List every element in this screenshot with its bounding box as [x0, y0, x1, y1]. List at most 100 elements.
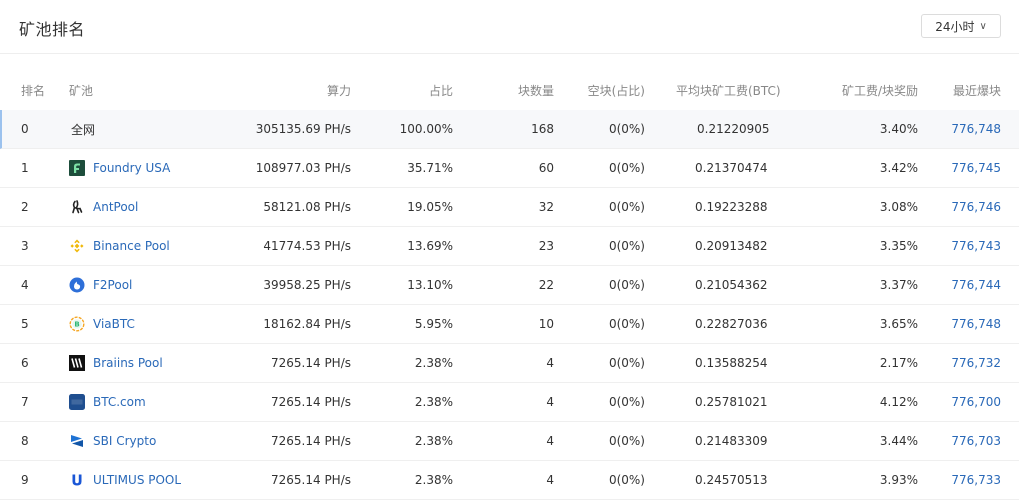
share-cell: 5.95%	[414, 317, 453, 331]
blocks-cell: 4	[546, 395, 554, 409]
column-header-latest-block[interactable]: 最近爆块	[953, 71, 1001, 110]
pool-table: 排名 矿池 算力 占比 块数量 空块(占比) 平均块矿工费(BTC) 矿工费/块…	[0, 71, 1019, 500]
hashrate-cell: 7265.14 PH/s	[271, 473, 351, 487]
share-cell: 35.71%	[407, 161, 453, 175]
blocks-cell: 23	[538, 239, 554, 253]
pool-name-link[interactable]: SBI Crypto	[93, 434, 156, 448]
pool-name-link[interactable]: F2Pool	[93, 278, 132, 292]
latest-block-link[interactable]: 776,703	[951, 422, 1001, 460]
foundry-icon	[69, 160, 85, 176]
avg-fee-cell: 0.21220905	[697, 122, 770, 136]
latest-block-link[interactable]: 776,748	[951, 110, 1001, 148]
table-header-row: 排名 矿池 算力 占比 块数量 空块(占比) 平均块矿工费(BTC) 矿工费/块…	[0, 71, 1019, 110]
rank-cell: 0	[21, 122, 29, 136]
latest-block-link[interactable]: 776,733	[951, 461, 1001, 499]
latest-block-link[interactable]: 776,746	[951, 188, 1001, 226]
antpool-icon	[69, 199, 85, 215]
fee-ratio-cell: 2.17%	[879, 356, 918, 370]
table-row: 9 ULTIMUS POOL 7265.14 PH/s 2.38% 4 0(0%…	[0, 461, 1019, 500]
table-row: 1 Foundry USA 108977.03 PH/s 35.71% 60 0…	[0, 149, 1019, 188]
rank-cell: 4	[21, 278, 29, 292]
avg-fee-cell: 0.13588254	[695, 356, 768, 370]
rank-cell: 3	[21, 239, 29, 253]
avg-fee-cell: 0.25781021	[695, 395, 768, 409]
pool-name-link[interactable]: ViaBTC	[93, 317, 135, 331]
page-title: 矿池排名	[19, 20, 86, 39]
hashrate-cell: 305135.69 PH/s	[255, 122, 351, 136]
f2pool-icon	[69, 277, 85, 293]
column-header-empty-blocks[interactable]: 空块(占比)	[588, 71, 645, 110]
column-header-rank[interactable]: 排名	[21, 71, 45, 110]
avg-fee-cell: 0.19223288	[695, 200, 768, 214]
blocks-cell: 168	[531, 122, 554, 136]
hashrate-cell: 41774.53 PH/s	[263, 239, 351, 253]
column-header-blocks[interactable]: 块数量	[518, 71, 554, 110]
mining-pool-ranking-panel: 矿池排名 24小时 ∨ 排名 矿池 算力 占比 块数量 空块(占比) 平均块矿工…	[0, 0, 1019, 500]
blocks-cell: 22	[538, 278, 554, 292]
pool-cell: B ViaBTC	[69, 305, 135, 343]
avg-fee-cell: 0.21483309	[695, 434, 768, 448]
avg-fee-cell: 0.22827036	[695, 317, 768, 331]
latest-block-link[interactable]: 776,745	[951, 149, 1001, 187]
latest-block-link[interactable]: 776,743	[951, 227, 1001, 265]
share-cell: 13.69%	[407, 239, 453, 253]
pool-cell: Foundry USA	[69, 149, 170, 187]
pool-cell: 全网	[71, 122, 96, 137]
latest-block-link[interactable]: 776,748	[951, 305, 1001, 343]
blocks-cell: 4	[546, 434, 554, 448]
pool-cell: Binance Pool	[69, 227, 170, 265]
blocks-cell: 4	[546, 473, 554, 487]
table-row: 2 AntPool 58121.08 PH/s 19.05% 32 0(0%) …	[0, 188, 1019, 227]
fee-ratio-cell: 3.08%	[879, 200, 918, 214]
hashrate-cell: 7265.14 PH/s	[271, 434, 351, 448]
empty-blocks-cell: 0(0%)	[608, 200, 645, 214]
pool-name-link[interactable]: ULTIMUS POOL	[93, 473, 181, 487]
pool-cell: Braiins Pool	[69, 344, 163, 382]
share-cell: 100.00%	[399, 122, 453, 136]
latest-block-link[interactable]: 776,700	[951, 383, 1001, 421]
pool-name-link[interactable]: AntPool	[93, 200, 138, 214]
column-header-pool[interactable]: 矿池	[69, 71, 93, 110]
rank-cell: 1	[21, 161, 29, 175]
fee-ratio-cell: 3.37%	[879, 278, 918, 292]
rank-cell: 9	[21, 473, 29, 487]
empty-blocks-cell: 0(0%)	[608, 434, 645, 448]
fee-ratio-cell: 3.42%	[879, 161, 918, 175]
panel-header: 矿池排名 24小时 ∨	[0, 0, 1019, 54]
empty-blocks-cell: 0(0%)	[608, 122, 645, 136]
share-cell: 2.38%	[414, 434, 453, 448]
hashrate-cell: 108977.03 PH/s	[255, 161, 351, 175]
column-header-share[interactable]: 占比	[429, 71, 453, 110]
pool-name-link[interactable]: Binance Pool	[93, 239, 170, 253]
latest-block-link[interactable]: 776,744	[951, 266, 1001, 304]
fee-ratio-cell: 3.35%	[879, 239, 918, 253]
fee-ratio-cell: 3.65%	[879, 317, 918, 331]
latest-block-link[interactable]: 776,732	[951, 344, 1001, 382]
pool-cell: ULTIMUS POOL	[69, 461, 181, 499]
fee-ratio-cell: 3.40%	[879, 122, 918, 136]
blocks-cell: 10	[538, 317, 554, 331]
rank-cell: 8	[21, 434, 29, 448]
column-header-fee-ratio[interactable]: 矿工费/块奖励	[842, 71, 918, 110]
blocks-cell: 4	[546, 356, 554, 370]
share-cell: 2.38%	[414, 356, 453, 370]
pool-name-link[interactable]: Braiins Pool	[93, 356, 163, 370]
column-header-avg-fee[interactable]: 平均块矿工费(BTC)	[676, 71, 781, 110]
rank-cell: 6	[21, 356, 29, 370]
ultimus-icon	[69, 472, 85, 488]
column-header-hashrate[interactable]: 算力	[327, 71, 351, 110]
avg-fee-cell: 0.20913482	[695, 239, 768, 253]
hashrate-cell: 39958.25 PH/s	[263, 278, 351, 292]
pool-name-link[interactable]: Foundry USA	[93, 161, 170, 175]
pool-cell: AntPool	[69, 188, 138, 226]
hashrate-cell: 18162.84 PH/s	[263, 317, 351, 331]
table-row-network-total: 0 全网 305135.69 PH/s 100.00% 168 0(0%) 0.…	[0, 110, 1019, 149]
hashrate-cell: 7265.14 PH/s	[271, 356, 351, 370]
empty-blocks-cell: 0(0%)	[608, 278, 645, 292]
hashrate-cell: 58121.08 PH/s	[263, 200, 351, 214]
blocks-cell: 60	[538, 161, 554, 175]
empty-blocks-cell: 0(0%)	[608, 356, 645, 370]
period-dropdown[interactable]: 24小时 ∨	[921, 14, 1001, 38]
btccom-icon	[69, 394, 85, 410]
pool-name-link[interactable]: BTC.com	[93, 395, 146, 409]
